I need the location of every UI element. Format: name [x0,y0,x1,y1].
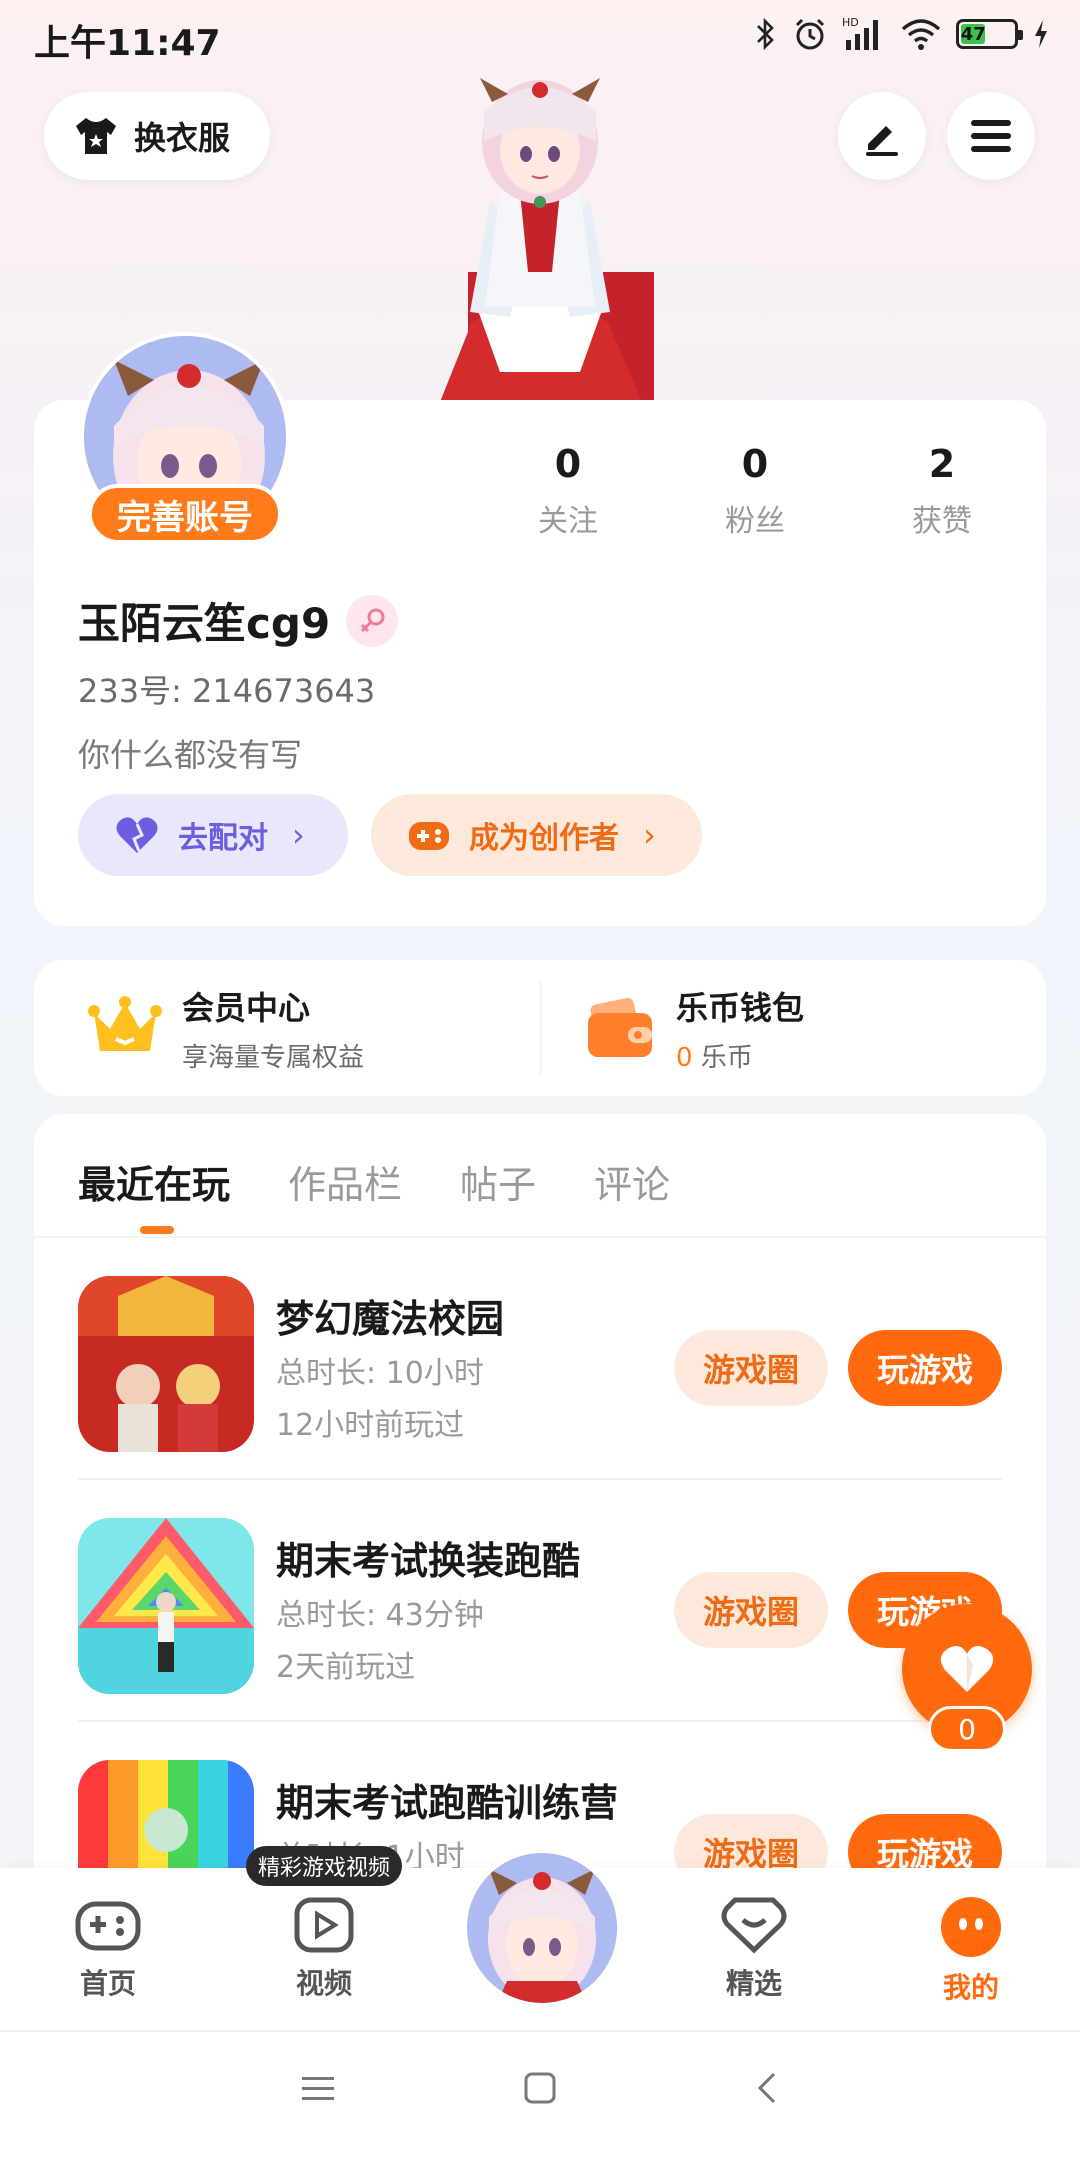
nav-label-featured: 精选 [725,1967,782,2000]
game-thumbnail[interactable] [78,1276,254,1452]
stat-following-label: 关注 [538,504,598,539]
nav-center-avatar[interactable] [462,1848,622,2008]
username: 玉陌云笙cg9 [78,599,331,648]
profile-tabs: 最近在玩 作品栏 帖子 评论 [78,1154,670,1209]
nav-item-mine[interactable]: 我的 [911,1896,1031,2006]
heart-pair-icon [116,817,158,853]
system-navigation-bar [0,2030,1080,2160]
tshirt-icon [76,118,116,154]
tab-recently-played[interactable]: 最近在玩 [78,1154,230,1209]
center-avatar-image [467,1853,617,2003]
chevron-right-icon: › [643,816,656,854]
active-tab-indicator [140,1226,174,1234]
vip-center-title: 会员中心 [182,988,311,1027]
game-playtime: 总时长: 43分钟 [276,1598,484,1633]
charging-icon [1035,20,1047,48]
wallet-title: 乐币钱包 [676,988,805,1027]
video-play-icon [294,1897,354,1953]
user-bio: 你什么都没有写 [78,736,303,774]
complete-account-badge[interactable]: 完善账号 [88,484,282,544]
chevron-right-icon: › [292,816,305,854]
game-last-played: 12小时前玩过 [276,1408,465,1443]
tab-comments[interactable]: 评论 [594,1154,670,1209]
stat-fans-label: 粉丝 [725,504,785,539]
wallet-entry[interactable]: 乐币钱包 0 乐币 [586,960,804,1096]
gamepad-icon [409,822,449,850]
game-last-played: 2天前玩过 [276,1650,416,1685]
become-creator-button[interactable]: 成为创作者 › [371,794,702,876]
menu-button[interactable] [947,92,1035,180]
username-row: 玉陌云笙cg9 [78,590,399,651]
tab-works[interactable]: 作品栏 [288,1154,402,1209]
wallet-balance: 0 乐币 [676,1037,804,1074]
female-gender-icon [346,594,399,647]
home-icon[interactable] [522,2070,558,2106]
nav-label-mine: 我的 [942,1971,999,2004]
status-time: 上午11:47 [34,23,221,64]
mine-face-icon [941,1897,1001,1957]
recent-games-card: 最近在玩 作品栏 帖子 评论 梦幻魔法校园 总时长: 10小时 12小时前玩过 … [34,1114,1046,1936]
game-name: 梦幻魔法校园 [276,1297,505,1341]
wallet-icon [588,997,652,1057]
pair-button[interactable]: 去配对 › [78,794,348,876]
stat-following-value: 0 [554,442,582,486]
edit-pen-icon [866,126,898,156]
signal-icon: HD [842,16,878,50]
stat-likes-value: 2 [928,442,956,486]
stat-likes[interactable]: 2 获赞 [872,442,1012,540]
change-outfit-label: 换衣服 [134,119,231,157]
status-icons: HD 47 [754,16,1050,52]
back-icon[interactable] [750,2070,786,2106]
user-id: 233号: 214673643 [78,672,376,710]
status-bar: 上午11:47 HD 47 [0,0,1080,76]
vip-center-entry[interactable]: 会员中心 享海量专属权益 [88,960,364,1096]
game-row[interactable]: 期末考试换装跑酷 总时长: 43分钟 2天前玩过 游戏圈 玩游戏 [34,1480,1046,1722]
nav-item-home[interactable]: 首页 [48,1896,168,2002]
crown-icon [88,996,162,1051]
nav-label-video: 视频 [295,1967,352,2000]
battery-icon: 47 [956,19,1023,49]
vip-center-subtitle: 享海量专属权益 [182,1042,365,1073]
alarm-icon [795,18,825,50]
nav-item-featured[interactable]: 精选 [694,1896,814,2002]
hamburger-menu-icon [971,120,1011,152]
stat-following[interactable]: 0 关注 [498,442,638,540]
stat-fans-value: 0 [741,442,769,486]
wallet-amount: 0 [676,1042,693,1073]
change-outfit-button[interactable]: 换衣服 [44,92,270,180]
svg-text:HD: HD [842,16,859,29]
member-wallet-card: 会员中心 享海量专属权益 乐币钱包 0 乐币 [34,960,1046,1096]
nav-item-video[interactable]: 视频 [264,1896,384,2002]
divider [540,982,542,1074]
bluetooth-icon [757,17,774,51]
avatar-3d-figure[interactable] [380,72,700,402]
game-name: 期末考试换装跑酷 [276,1539,581,1583]
game-row[interactable]: 梦幻魔法校园 总时长: 10小时 12小时前玩过 游戏圈 玩游戏 [34,1238,1046,1480]
like-count-badge: 0 [928,1706,1006,1752]
game-circle-button[interactable]: 游戏圈 [674,1330,828,1406]
heart-box-icon [721,1897,787,1954]
game-circle-button[interactable]: 游戏圈 [674,1572,828,1648]
gamepad-home-icon [75,1901,141,1951]
heart-icon [940,1646,994,1692]
pair-label: 去配对 [178,821,268,856]
game-name: 期末考试跑酷训练营 [276,1781,619,1825]
game-thumbnail[interactable] [78,1518,254,1694]
become-creator-label: 成为创作者 [469,821,619,856]
recent-apps-icon[interactable] [300,2070,336,2106]
tab-posts[interactable]: 帖子 [460,1154,536,1209]
nav-label-home: 首页 [79,1967,136,2000]
game-playtime: 总时长: 10小时 [276,1356,484,1391]
play-game-button[interactable]: 玩游戏 [848,1330,1002,1406]
bottom-navigation: 首页 视频 精选 我的 [0,1848,1080,2030]
edit-button[interactable] [838,92,926,180]
stat-likes-label: 获赞 [912,504,972,539]
wallet-unit: 乐币 [700,1042,753,1073]
wifi-icon [901,19,941,50]
stat-fans[interactable]: 0 粉丝 [685,442,825,540]
video-tooltip: 精彩游戏视频 [246,1846,403,1886]
